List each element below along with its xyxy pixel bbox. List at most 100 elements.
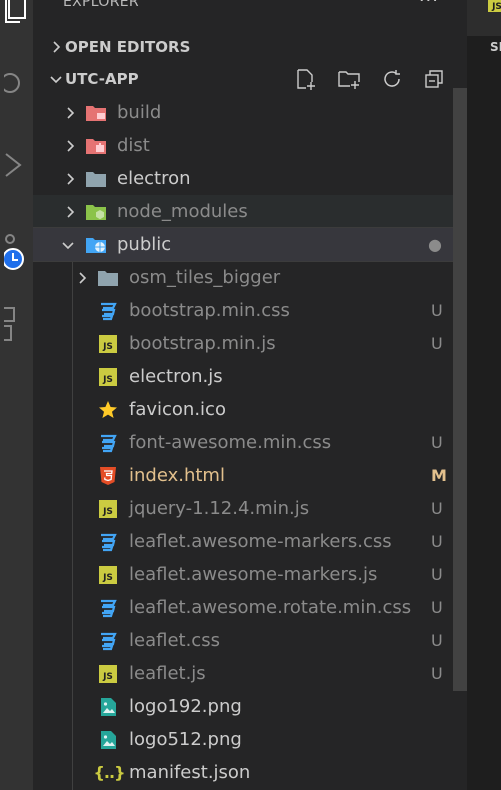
tree-file-font-awesome-css[interactable]: font-awesome.min.css U [33,426,467,459]
tree-item-name: electron.js [129,366,223,387]
js-icon-label: JS [99,334,117,353]
tree-item-name: leaflet.js [129,663,206,684]
tree-file-leaflet-markers-js[interactable]: JS leaflet.awesome-markers.js U [33,558,467,591]
untracked-badge: U [431,631,443,650]
tree-folder-build[interactable]: build [33,96,467,129]
untracked-badge: U [431,532,443,551]
explorer-title: EXPLORER [63,0,139,10]
chevron-right-icon [63,205,77,219]
css-file-icon [97,300,119,322]
css-file-icon [97,630,119,652]
untracked-badge: U [431,433,443,452]
folder-icon [97,267,119,289]
tree-item-name: font-awesome.min.css [129,432,332,453]
untracked-badge: U [431,301,443,320]
tree-item-name: leaflet.css [129,630,220,651]
tree-file-logo512[interactable]: logo512.png [33,723,467,756]
refresh-icon[interactable] [381,68,403,90]
tree-file-favicon[interactable]: favicon.ico [33,393,467,426]
modified-dot-badge: ● [428,235,442,254]
chevron-right-icon [33,40,63,54]
tree-file-electron-js[interactable]: JS electron.js [33,360,467,393]
tree-file-leaflet-js[interactable]: JS leaflet.js U [33,657,467,690]
tree-item-name: leaflet.awesome-markers.js [129,564,378,585]
js-icon-label: JS [99,664,117,683]
tree-file-jquery-js[interactable]: JS jquery-1.12.4.min.js U [33,492,467,525]
project-section-header[interactable]: UTC-APP [33,64,467,94]
explorer-scrollbar[interactable] [453,88,467,691]
collapse-all-icon[interactable] [423,68,445,90]
folder-public-icon [85,234,107,256]
chevron-right-icon [63,172,77,186]
explorer-panel: EXPLORER ··· OPEN EDITORS UTC-APP build … [33,0,467,790]
untracked-badge: U [431,334,443,353]
tree-file-leaflet-markers-css[interactable]: leaflet.awesome-markers.css U [33,525,467,558]
tree-file-bootstrap-css[interactable]: bootstrap.min.css U [33,294,467,327]
tree-item-name: dist [117,135,150,156]
tree-item-name: leaflet.awesome-markers.css [129,531,392,552]
tree-file-bootstrap-js[interactable]: JS bootstrap.min.js U [33,327,467,360]
html-file-icon [97,465,119,487]
tree-file-index-html[interactable]: index.html M [33,459,467,492]
untracked-badge: U [431,565,443,584]
js-file-icon: JS [97,663,119,685]
json-file-icon: {..} [93,762,126,784]
folder-dist-icon [85,135,107,157]
tree-file-leaflet-css[interactable]: leaflet.css U [33,624,467,657]
tree-item-name: node_modules [117,201,248,222]
css-file-icon [97,432,119,454]
js-icon-label: JS [99,565,117,584]
chevron-down-icon [33,72,63,86]
tree-folder-public[interactable]: public ● [33,227,467,262]
json-icon-label: {..} [93,763,126,782]
new-folder-icon[interactable] [337,68,361,90]
editor-tab-js-icon[interactable]: JS [488,0,501,12]
tree-file-manifest-json[interactable]: {..} manifest.json [33,756,467,789]
folder-node-icon [85,201,107,223]
tree-item-name: electron [117,168,191,189]
tree-file-leaflet-rotate-css[interactable]: leaflet.awesome.rotate.min.css U [33,591,467,624]
tree-item-name: favicon.ico [129,399,226,420]
tree-item-name: osm_tiles_bigger [129,267,281,288]
css-file-icon [97,597,119,619]
modified-badge: M [431,466,447,485]
js-icon-label: JS [99,499,117,518]
folder-icon [85,168,107,190]
tree-item-name: logo192.png [129,696,242,717]
js-file-icon: JS [97,333,119,355]
more-actions-icon[interactable]: ··· [419,0,439,11]
tree-item-name: public [117,234,172,255]
tree-item-name: jquery-1.12.4.min.js [129,498,310,519]
editor-breadcrumb[interactable]: SI [490,40,501,54]
explorer-actions [295,64,445,94]
run-debug-icon[interactable] [0,150,33,180]
open-editors-section-header[interactable]: OPEN EDITORS [33,32,467,62]
extensions-icon[interactable] [0,304,33,344]
project-name-label: UTC-APP [65,70,139,88]
tree-folder-osm-tiles[interactable]: osm_tiles_bigger [33,261,467,294]
tree-folder-dist[interactable]: dist [33,129,467,162]
tree-folder-node-modules[interactable]: node_modules [33,195,467,228]
tree-item-name: build [117,102,162,123]
js-icon-label: JS [99,367,117,386]
editor-area [467,0,501,790]
folder-build-icon [85,102,107,124]
timeline-clock-icon[interactable] [0,232,33,276]
chevron-right-icon [75,271,89,285]
tree-item-name: bootstrap.min.css [129,300,290,321]
chevron-right-icon [63,106,77,120]
css-file-icon [97,531,119,553]
new-file-icon[interactable] [295,68,317,90]
js-file-icon: JS [97,564,119,586]
star-icon [97,399,119,421]
tree-folder-electron[interactable]: electron [33,162,467,195]
search-icon[interactable] [0,70,33,96]
js-file-icon: JS [97,366,119,388]
files-icon[interactable] [0,0,33,24]
open-editors-label: OPEN EDITORS [65,38,191,56]
tree-file-logo192[interactable]: logo192.png [33,690,467,723]
chevron-down-icon [61,238,75,252]
image-file-icon [97,696,119,718]
tree-item-name: index.html [129,465,225,486]
tree-item-name: logo512.png [129,729,242,750]
